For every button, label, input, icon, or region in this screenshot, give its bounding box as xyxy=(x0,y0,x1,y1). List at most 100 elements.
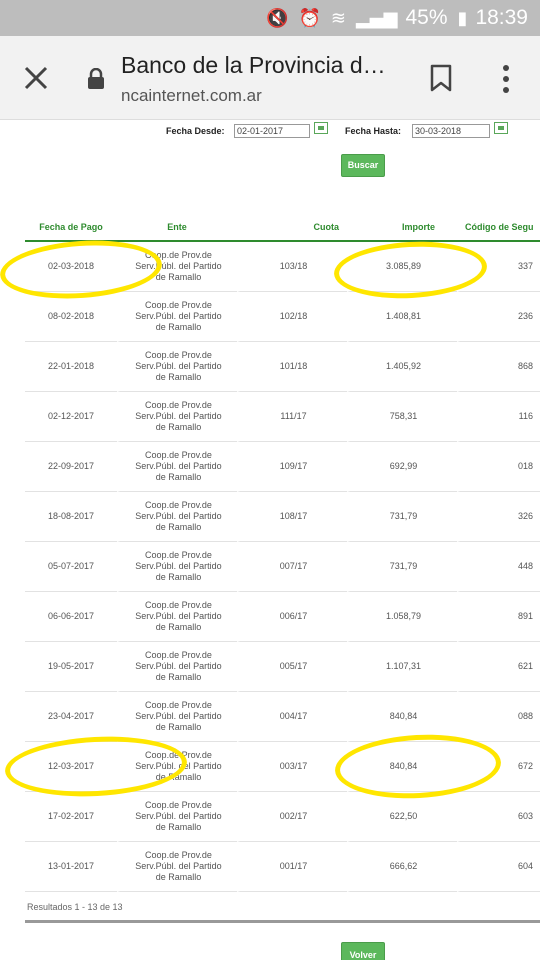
ente-line: Serv.Públ. del Partido xyxy=(135,811,222,821)
importe-cell: 622,50 xyxy=(347,792,457,842)
column-header-fecha[interactable]: Fecha de Pago xyxy=(25,214,117,242)
ente-line: de Ramallo xyxy=(155,322,202,332)
importe-cell: 840,84 xyxy=(347,742,457,792)
ente-line: Coop.de Prov.de xyxy=(145,550,212,560)
fecha-hasta-label: Fecha Hasta: xyxy=(345,126,402,136)
overflow-menu-icon[interactable] xyxy=(498,64,514,94)
ente-line: Serv.Públ. del Partido xyxy=(135,661,222,671)
importe-cell: 1.107,31 xyxy=(347,642,457,692)
ente-cell: Coop.de Prov.de Serv.Públ. del Partido de … xyxy=(117,742,237,792)
cuota-cell: 001/17 xyxy=(237,842,347,892)
codigo-cell: 236 xyxy=(457,292,540,342)
codigo-cell: 603 xyxy=(457,792,540,842)
table-row[interactable]: 23-04-2017 Coop.de Prov.de Serv.Públ. del … xyxy=(25,692,540,742)
mute-icon: 🔇 xyxy=(266,7,289,29)
table-row[interactable]: 17-02-2017 Coop.de Prov.de Serv.Públ. del … xyxy=(25,792,540,842)
ente-line: Serv.Públ. del Partido xyxy=(135,711,222,721)
calendar-icon[interactable] xyxy=(494,122,508,134)
page-content: Fecha Desde: 02-01-2017 Fecha Hasta: 30-… xyxy=(0,120,540,960)
ente-line: Serv.Públ. del Partido xyxy=(135,361,222,371)
cuota-cell: 109/17 xyxy=(237,442,347,492)
cuota-cell: 004/17 xyxy=(237,692,347,742)
codigo-cell: 604 xyxy=(457,842,540,892)
fecha-hasta-input[interactable]: 30-03-2018 xyxy=(412,124,490,138)
codigo-cell: 337 xyxy=(457,242,540,292)
table-row[interactable]: 22-09-2017 Coop.de Prov.de Serv.Públ. del … xyxy=(25,442,540,492)
page-title: Banco de la Provincia d… xyxy=(121,52,386,78)
ente-line: Coop.de Prov.de xyxy=(145,300,212,310)
column-header-importe[interactable]: Importe xyxy=(347,214,457,242)
ente-line: de Ramallo xyxy=(155,472,202,482)
codigo-cell: 448 xyxy=(457,542,540,592)
battery-level: 45% xyxy=(405,6,448,29)
codigo-cell: 116 xyxy=(457,392,540,442)
table-row[interactable]: 02-12-2017 Coop.de Prov.de Serv.Públ. del … xyxy=(25,392,540,442)
ente-line: Serv.Públ. del Partido xyxy=(135,861,222,871)
importe-cell: 758,31 xyxy=(347,392,457,442)
volver-button[interactable]: Volver xyxy=(341,942,385,960)
fecha-cell: 13-01-2017 xyxy=(25,842,117,892)
table-row[interactable]: 18-08-2017 Coop.de Prov.de Serv.Públ. del … xyxy=(25,492,540,542)
lock-icon xyxy=(88,68,104,89)
table-header-row: Fecha de Pago Ente Cuota Importe Código … xyxy=(25,214,540,242)
cuota-cell: 111/17 xyxy=(237,392,347,442)
bookmark-icon[interactable] xyxy=(429,64,453,92)
ente-line: de Ramallo xyxy=(155,372,202,382)
url-text[interactable]: ncainternet.com.ar xyxy=(121,86,262,106)
results-count: Resultados 1 - 13 de 13 xyxy=(27,902,123,912)
table-row[interactable]: 12-03-2017 Coop.de Prov.de Serv.Públ. del … xyxy=(25,742,540,792)
ente-line: Coop.de Prov.de xyxy=(145,600,212,610)
ente-line: Coop.de Prov.de xyxy=(145,850,212,860)
table-row[interactable]: 05-07-2017 Coop.de Prov.de Serv.Públ. del … xyxy=(25,542,540,592)
ente-line: Coop.de Prov.de xyxy=(145,350,212,360)
cuota-cell: 006/17 xyxy=(237,592,347,642)
cuota-cell: 002/17 xyxy=(237,792,347,842)
ente-line: Serv.Públ. del Partido xyxy=(135,611,222,621)
column-header-ente[interactable]: Ente xyxy=(117,214,237,242)
codigo-cell: 868 xyxy=(457,342,540,392)
wifi-icon: ≋ xyxy=(330,7,346,29)
table-row[interactable]: 19-05-2017 Coop.de Prov.de Serv.Públ. del … xyxy=(25,642,540,692)
ente-line: Coop.de Prov.de xyxy=(145,800,212,810)
importe-cell: 1.408,81 xyxy=(347,292,457,342)
table-row[interactable]: 02-03-2018 Coop.de Prov.de Serv.Públ. del … xyxy=(25,242,540,292)
divider xyxy=(25,920,540,923)
fecha-cell: 12-03-2017 xyxy=(25,742,117,792)
importe-cell: 692,99 xyxy=(347,442,457,492)
table-row[interactable]: 06-06-2017 Coop.de Prov.de Serv.Públ. del … xyxy=(25,592,540,642)
ente-line: Serv.Públ. del Partido xyxy=(135,261,222,271)
fecha-cell: 06-06-2017 xyxy=(25,592,117,642)
fecha-cell: 02-12-2017 xyxy=(25,392,117,442)
column-header-codigo[interactable]: Código de Segu xyxy=(457,214,540,242)
table-row[interactable]: 13-01-2017 Coop.de Prov.de Serv.Públ. del … xyxy=(25,842,540,892)
importe-cell: 840,84 xyxy=(347,692,457,742)
cuota-cell: 101/18 xyxy=(237,342,347,392)
battery-icon: ▮ xyxy=(457,7,468,29)
ente-cell: Coop.de Prov.de Serv.Públ. del Partido de … xyxy=(117,542,237,592)
table-row[interactable]: 22-01-2018 Coop.de Prov.de Serv.Públ. del … xyxy=(25,342,540,392)
fecha-cell: 08-02-2018 xyxy=(25,292,117,342)
cuota-cell: 003/17 xyxy=(237,742,347,792)
column-header-cuota[interactable]: Cuota xyxy=(237,214,347,242)
ente-cell: Coop.de Prov.de Serv.Públ. del Partido de … xyxy=(117,642,237,692)
fecha-desde-input[interactable]: 02-01-2017 xyxy=(234,124,310,138)
close-icon[interactable] xyxy=(22,64,50,92)
importe-cell: 731,79 xyxy=(347,492,457,542)
ente-line: Coop.de Prov.de xyxy=(145,400,212,410)
table-row[interactable]: 08-02-2018 Coop.de Prov.de Serv.Públ. del … xyxy=(25,292,540,342)
signal-icon: ▂▄▆ xyxy=(355,7,398,29)
calendar-icon[interactable] xyxy=(314,122,328,134)
ente-cell: Coop.de Prov.de Serv.Públ. del Partido de … xyxy=(117,792,237,842)
ente-line: de Ramallo xyxy=(155,522,202,532)
importe-cell: 1.058,79 xyxy=(347,592,457,642)
fecha-cell: 22-01-2018 xyxy=(25,342,117,392)
ente-cell: Coop.de Prov.de Serv.Públ. del Partido de … xyxy=(117,692,237,742)
buscar-button[interactable]: Buscar xyxy=(341,154,385,177)
importe-cell: 731,79 xyxy=(347,542,457,592)
ente-cell: Coop.de Prov.de Serv.Públ. del Partido de … xyxy=(117,842,237,892)
alarm-icon: ⏰ xyxy=(298,7,321,29)
fecha-cell: 02-03-2018 xyxy=(25,242,117,292)
codigo-cell: 621 xyxy=(457,642,540,692)
ente-line: Serv.Públ. del Partido xyxy=(135,761,222,771)
codigo-cell: 891 xyxy=(457,592,540,642)
